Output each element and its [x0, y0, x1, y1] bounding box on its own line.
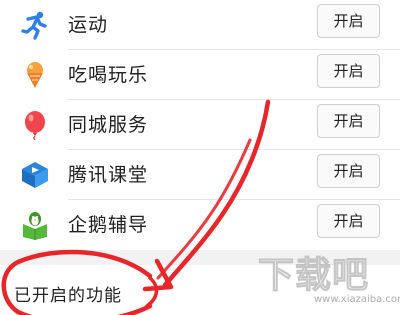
feature-label: 运动	[68, 14, 109, 36]
feature-row-tencent-classroom: 腾讯课堂 开启	[0, 150, 400, 200]
enable-button-food[interactable]: 开启	[317, 54, 380, 88]
enable-button-penguin-tutoring[interactable]: 开启	[317, 204, 380, 238]
watermark-main-text: 下载吧	[257, 255, 370, 297]
enabled-features-title: 已开启的功能	[14, 286, 122, 306]
ice-cream-icon	[27, 62, 43, 88]
feature-row-food: 吃喝玩乐 开启	[0, 50, 400, 100]
feature-row-local-service: 同城服务 开启	[0, 100, 400, 150]
running-icon	[21, 11, 47, 40]
balloon-icon	[25, 111, 45, 140]
feature-row-penguin-tutoring: 企鹅辅导 开启	[0, 200, 400, 250]
feature-row-sport: 运动 开启	[0, 0, 400, 50]
feature-label: 企鹅辅导	[68, 214, 149, 236]
feature-label: 腾讯课堂	[68, 164, 149, 186]
feature-label: 吃喝玩乐	[68, 64, 149, 86]
enable-button-sport[interactable]: 开启	[317, 4, 380, 38]
watermark-url-text: www.xiazaiba.com	[314, 294, 400, 305]
enable-button-tencent-classroom[interactable]: 开启	[317, 154, 380, 188]
classroom-icon	[22, 162, 48, 188]
feature-label: 同城服务	[68, 114, 149, 136]
penguin-book-icon	[23, 212, 47, 240]
enable-button-local-service[interactable]: 开启	[317, 104, 380, 138]
watermark-logo: 下载吧 www.xiazaiba.com	[257, 246, 400, 312]
